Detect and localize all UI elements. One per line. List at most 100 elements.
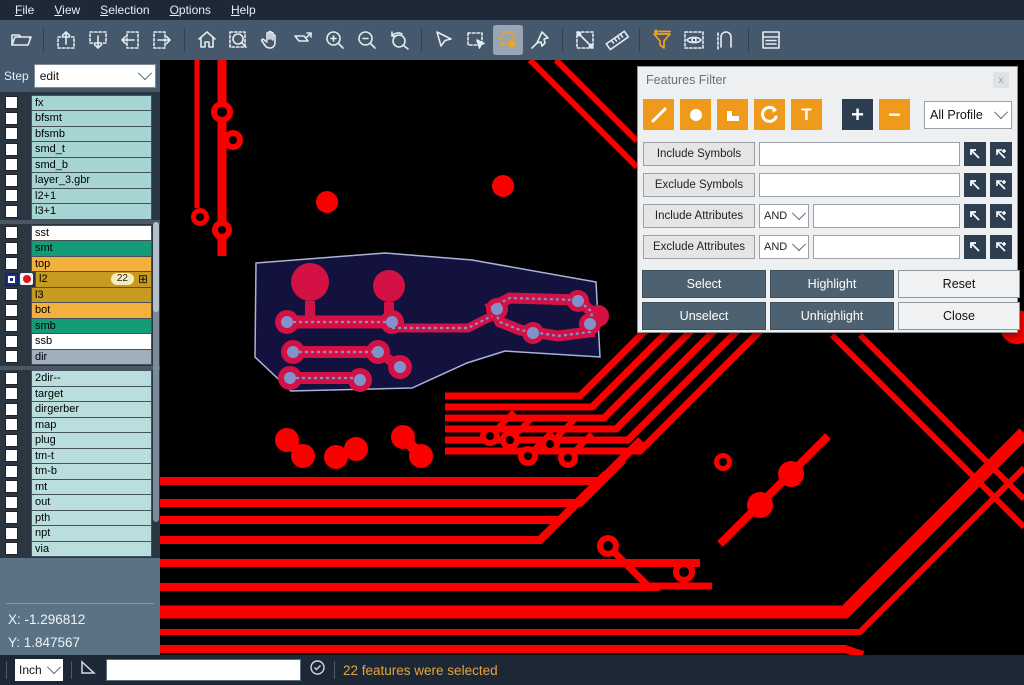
snap-icon[interactable]: [711, 25, 741, 55]
filter-arc-button[interactable]: [754, 99, 785, 130]
exclude-attributes-input[interactable]: [813, 235, 960, 259]
menu-help[interactable]: Help: [222, 1, 265, 19]
pick-symbol-button[interactable]: [964, 142, 986, 166]
pick-add-symbol-button[interactable]: [990, 142, 1012, 166]
layer-label[interactable]: bfsmb: [31, 126, 152, 143]
layer-checkbox[interactable]: [5, 189, 18, 202]
layer-checkbox[interactable]: [5, 257, 18, 270]
include-attributes-input[interactable]: [813, 204, 960, 228]
layer-checkbox[interactable]: [5, 527, 18, 540]
layer-label[interactable]: bot: [31, 302, 152, 319]
layer-label[interactable]: out: [31, 494, 152, 511]
select-arrow-icon[interactable]: [429, 25, 459, 55]
include-attributes-logic-select[interactable]: AND: [759, 204, 809, 228]
layer-checkbox[interactable]: [5, 335, 18, 348]
unselect-button[interactable]: Unselect: [642, 302, 766, 330]
pick-add-symbol-button[interactable]: [990, 173, 1012, 197]
layer-checkbox[interactable]: [5, 96, 18, 109]
reset-button[interactable]: Reset: [898, 270, 1020, 298]
layer-label[interactable]: l2+1: [31, 188, 152, 205]
pan-up-icon[interactable]: [51, 25, 81, 55]
layer-checkbox[interactable]: [5, 350, 18, 363]
layer-checkbox[interactable]: [5, 372, 18, 385]
pan-right-icon[interactable]: [147, 25, 177, 55]
zoom-area-icon[interactable]: [224, 25, 254, 55]
step-select[interactable]: edit: [34, 64, 156, 88]
layer-checkbox-selected[interactable]: [5, 273, 18, 286]
filter-surface-button[interactable]: [717, 99, 748, 130]
home-icon[interactable]: [192, 25, 222, 55]
pick-add-attribute-button[interactable]: [990, 204, 1012, 228]
layer-checkbox[interactable]: [5, 496, 18, 509]
exclude-attributes-button[interactable]: Exclude Attributes: [643, 235, 755, 259]
filter-line-button[interactable]: [643, 99, 674, 130]
layer-checkbox[interactable]: [5, 449, 18, 462]
view-options-icon[interactable]: [679, 25, 709, 55]
layer-checkbox[interactable]: [5, 542, 18, 555]
layer-label[interactable]: ssb: [31, 333, 152, 350]
poly-select-icon[interactable]: [493, 25, 523, 55]
layer-label[interactable]: layer_3.gbr: [31, 172, 152, 189]
filter-pad-button[interactable]: [680, 99, 711, 130]
rect-select-icon[interactable]: [461, 25, 491, 55]
pan-down-icon[interactable]: [83, 25, 113, 55]
exclude-attributes-logic-select[interactable]: AND: [759, 235, 809, 259]
unhighlight-button[interactable]: Unhighlight: [770, 302, 894, 330]
pick-attribute-button[interactable]: [964, 235, 986, 259]
filter-text-button[interactable]: T: [791, 99, 822, 130]
pick-symbol-button[interactable]: [964, 173, 986, 197]
layer-label[interactable]: target: [31, 386, 152, 403]
layer-label[interactable]: mt: [31, 479, 152, 496]
layer-checkbox[interactable]: [5, 158, 18, 171]
pan-left-icon[interactable]: [115, 25, 145, 55]
layer-label[interactable]: l3+1: [31, 203, 152, 220]
layer-checkbox[interactable]: [5, 242, 18, 255]
measure-ruler-icon[interactable]: [602, 25, 632, 55]
layer-label[interactable]: sst: [31, 225, 152, 242]
layer-checkbox[interactable]: [5, 465, 18, 478]
menu-file[interactable]: File: [6, 1, 43, 19]
open-icon[interactable]: [6, 25, 36, 55]
layer-label[interactable]: npt: [31, 525, 152, 542]
angle-mode-icon[interactable]: [80, 660, 98, 681]
close-button[interactable]: Close: [898, 302, 1020, 330]
include-symbols-button[interactable]: Include Symbols: [643, 142, 755, 166]
layer-checkbox[interactable]: [5, 127, 18, 140]
exclude-symbols-input[interactable]: [759, 173, 960, 197]
zoom-previous-icon[interactable]: [384, 25, 414, 55]
layer-label[interactable]: 2dir--: [31, 370, 152, 387]
menu-selection[interactable]: Selection: [91, 1, 158, 19]
layer-checkbox[interactable]: [5, 174, 18, 187]
layer-checkbox[interactable]: [5, 226, 18, 239]
layer-label[interactable]: smd_b: [31, 157, 152, 174]
layer-checkbox[interactable]: [5, 205, 18, 218]
include-attributes-button[interactable]: Include Attributes: [643, 204, 755, 228]
remove-filter-button[interactable]: −: [879, 99, 910, 130]
layer-label[interactable]: smb: [31, 318, 152, 335]
layer-label[interactable]: smd_t: [31, 141, 152, 158]
features-filter-icon[interactable]: [647, 25, 677, 55]
pan-hand-icon[interactable]: [256, 25, 286, 55]
layer-label[interactable]: l2 22 ⊞: [35, 271, 152, 288]
pick-attribute-button[interactable]: [964, 204, 986, 228]
menu-options[interactable]: Options: [161, 1, 220, 19]
measure-distance-icon[interactable]: [570, 25, 600, 55]
dialog-title-bar[interactable]: Features Filter x: [638, 67, 1017, 93]
layer-label[interactable]: smt: [31, 240, 152, 257]
command-input[interactable]: [106, 659, 301, 681]
add-filter-button[interactable]: +: [842, 99, 873, 130]
layer-checkbox[interactable]: [5, 403, 18, 416]
scrollbar-thumb[interactable]: [153, 222, 159, 312]
active-layer-indicator[interactable]: [20, 273, 33, 285]
layer-label[interactable]: dir: [31, 349, 152, 366]
feature-form-icon[interactable]: [756, 25, 786, 55]
layer-checkbox[interactable]: [5, 288, 18, 301]
zoom-out-icon[interactable]: [352, 25, 382, 55]
layer-label[interactable]: tm-b: [31, 463, 152, 480]
layer-checkbox[interactable]: [5, 319, 18, 332]
layer-label[interactable]: bfsmt: [31, 110, 152, 127]
layer-checkbox[interactable]: [5, 387, 18, 400]
layer-label[interactable]: map: [31, 417, 152, 434]
exclude-symbols-button[interactable]: Exclude Symbols: [643, 173, 755, 197]
layer-label[interactable]: l3: [31, 287, 152, 304]
